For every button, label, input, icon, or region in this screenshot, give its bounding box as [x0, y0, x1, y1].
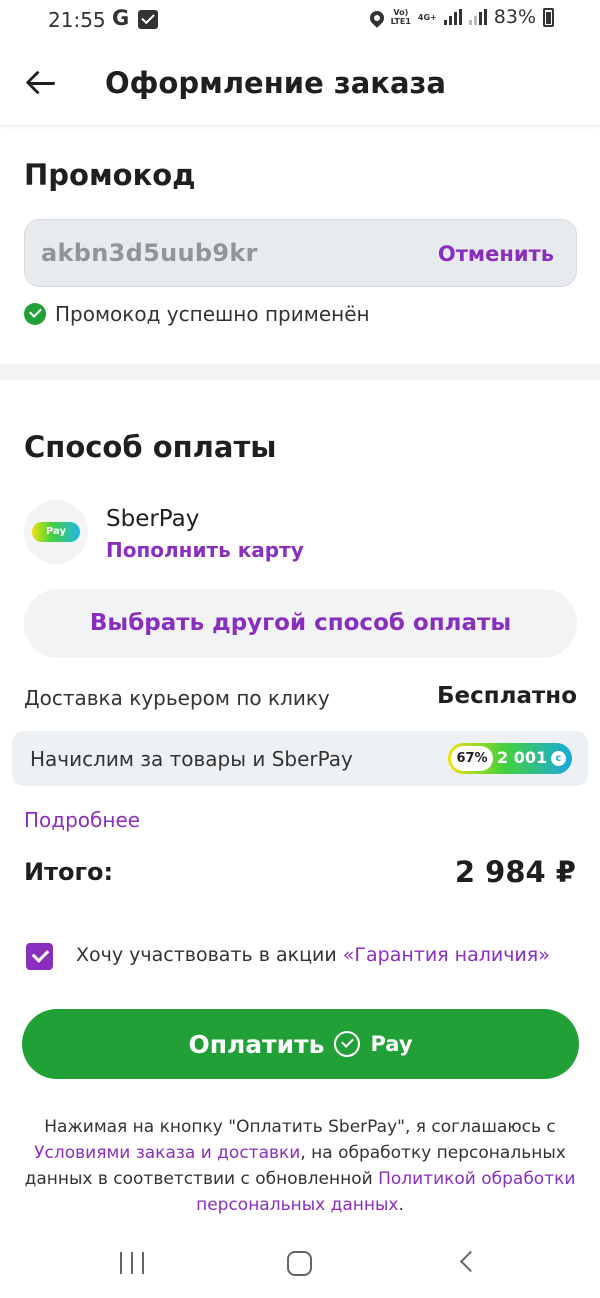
- bonus-coin-icon: с: [551, 751, 566, 766]
- choose-other-payment-button[interactable]: Выбрать другой способ оплаты: [24, 589, 577, 658]
- promo-code-field[interactable]: akbn3d5uub9kr Отменить: [24, 219, 577, 287]
- page-title: Оформление заказа: [105, 66, 446, 100]
- section-divider: [0, 364, 600, 380]
- bonus-badge: 67% 2 001 с: [448, 743, 572, 774]
- guarantee-link[interactable]: «Гарантия наличия»: [343, 944, 550, 966]
- network-4g-indicator: 4G+: [417, 12, 437, 22]
- battery-percent: 83%: [493, 6, 536, 28]
- location-icon: [366, 8, 387, 28]
- home-icon[interactable]: [287, 1251, 312, 1276]
- google-icon: G: [112, 6, 130, 30]
- guarantee-label: Хочу участвовать в акции: [76, 944, 337, 966]
- bonus-amount: 2 001: [497, 748, 548, 767]
- promo-cancel-button[interactable]: Отменить: [438, 242, 554, 266]
- payment-section-title: Способ оплаты: [24, 430, 277, 464]
- topup-card-link[interactable]: Пополнить карту: [106, 538, 304, 562]
- promo-code-value[interactable]: akbn3d5uub9kr: [41, 239, 258, 267]
- delivery-value: Бесплатно: [436, 683, 577, 709]
- bonus-label: Начислим за товары и SberPay: [30, 747, 353, 771]
- legal-part-1: Нажимая на кнопку "Оплатить SberPay", я …: [44, 1117, 556, 1137]
- nav-back-icon[interactable]: [459, 1250, 482, 1273]
- promo-section-title: Промокод: [24, 158, 196, 192]
- signal-icon-2: [468, 9, 487, 25]
- payment-method-name: SberPay: [106, 506, 200, 532]
- promo-status: Промокод успешно применён: [24, 302, 370, 326]
- more-details-link[interactable]: Подробнее: [24, 808, 140, 832]
- volte-label: Vo): [393, 8, 409, 17]
- bonus-row[interactable]: Начислим за товары и SberPay 67% 2 001 с: [12, 731, 588, 786]
- sberpay-logo-badge: Pay: [32, 522, 80, 542]
- pay-button-suffix: Pay: [370, 1032, 413, 1056]
- system-nav-bar: [0, 1232, 600, 1298]
- status-time: 21:55: [48, 8, 106, 32]
- delivery-label: Доставка курьером по клику: [24, 686, 330, 710]
- back-arrow-icon[interactable]: [25, 70, 56, 98]
- lte-label: LTE1: [390, 17, 411, 26]
- recent-apps-icon[interactable]: [120, 1252, 144, 1274]
- sberpay-logo: Pay: [24, 500, 88, 564]
- message-icon: [138, 10, 158, 29]
- legal-part-3: .: [398, 1195, 404, 1215]
- volte-indicator: Vo) LTE1: [391, 8, 411, 26]
- sberpay-check-icon: [334, 1031, 361, 1057]
- pay-button[interactable]: Оплатить Pay: [22, 1009, 579, 1079]
- total-label: Итого:: [24, 858, 114, 886]
- bonus-percent: 67%: [451, 746, 493, 771]
- order-terms-link[interactable]: Условиями заказа и доставки: [34, 1143, 300, 1163]
- success-check-icon: [24, 303, 46, 325]
- pay-button-label: Оплатить: [188, 1029, 325, 1059]
- promo-status-text: Промокод успешно применён: [55, 302, 370, 326]
- status-indicators: Vo) LTE1 4G+ 83%: [366, 6, 554, 28]
- app-header: Оформление заказа: [0, 42, 600, 126]
- total-value: 2 984 ₽: [454, 855, 576, 889]
- status-bar: 21:55 G Vo) LTE1 4G+ 83%: [0, 0, 600, 42]
- battery-icon: [543, 7, 554, 27]
- legal-text: Нажимая на кнопку "Оплатить SberPay", я …: [20, 1114, 580, 1218]
- signal-icon: [443, 9, 462, 25]
- guarantee-text: Хочу участвовать в акции «Гарантия налич…: [76, 944, 550, 966]
- guarantee-checkbox[interactable]: [26, 943, 53, 970]
